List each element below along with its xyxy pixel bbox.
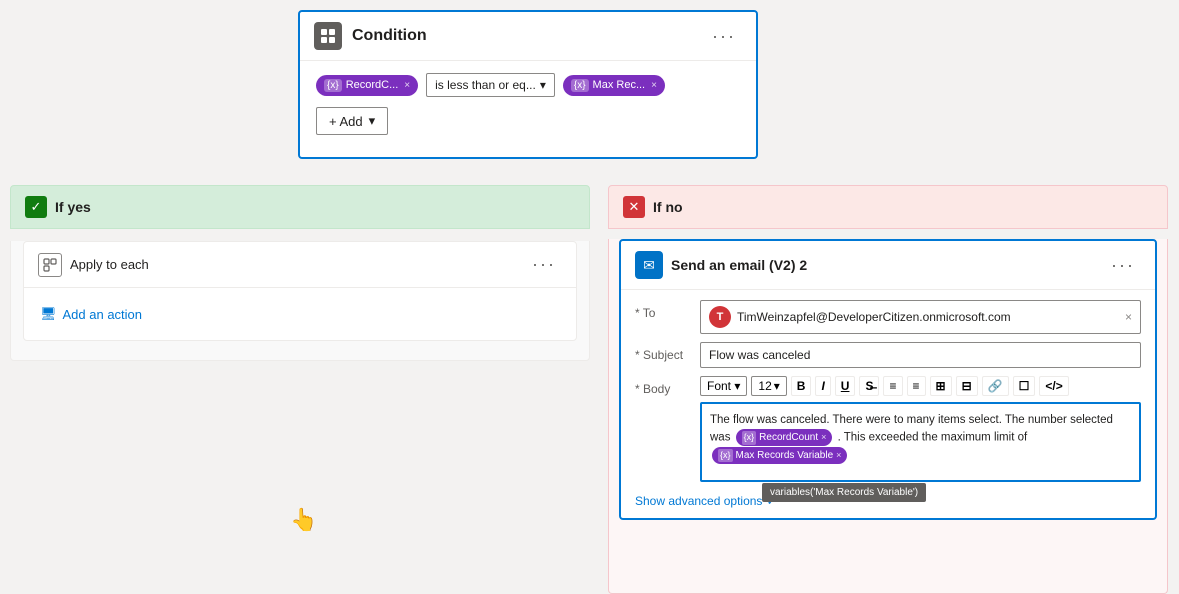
if-no-header: ✕ If no [608,185,1168,229]
add-label: + Add [329,114,363,129]
link-button[interactable]: 🔗 [982,376,1009,396]
font-select[interactable]: Font ▾ [700,376,747,396]
max-records-chip[interactable]: {x} Max Rec... × [563,75,665,96]
token-tooltip: variables('Max Records Variable') [762,483,926,502]
email-icon: ✉ [635,251,663,279]
outdent-button[interactable]: ⊟ [956,376,978,396]
canvas: Condition ··· {x} RecordC... × is less t… [0,0,1179,585]
inline-chip-label-2: Max Records Variable [736,448,834,463]
if-yes-block: ✓ If yes Apply to each [10,185,590,361]
operator-chevron: ▾ [540,78,546,92]
body-field-row: * Body Font ▾ 12 ▾ [635,376,1141,482]
number-list-button[interactable]: ≡ [907,376,926,396]
max-records-chip-label: Max Rec... [593,79,646,91]
if-no-label: If no [653,199,683,215]
image-button[interactable]: ☐ [1013,376,1036,396]
condition-row: {x} RecordC... × is less than or eq... ▾… [316,73,740,97]
to-field-row: * To T TimWeinzapfel@DeveloperCitizen.on… [635,300,1141,334]
subject-input[interactable] [700,342,1141,368]
record-count-inline-chip[interactable]: {x} RecordCount × [736,429,833,446]
apply-each-icon [38,253,62,277]
add-action-icon: 🖥 [40,306,57,322]
to-label: * To [635,300,690,320]
condition-card: Condition ··· {x} RecordC... × is less t… [298,10,758,159]
font-chevron: ▾ [734,379,740,393]
send-email-card: ✉ Send an email (V2) 2 ··· * To T TimWei… [619,239,1157,520]
email-more-button[interactable]: ··· [1105,253,1141,278]
code-button[interactable]: </> [1039,376,1068,396]
email-header: ✉ Send an email (V2) 2 ··· [621,241,1155,290]
apply-each-title: Apply to each [70,257,149,272]
indent-button[interactable]: ⊞ [930,376,952,396]
if-yes-header: ✓ If yes [10,185,590,229]
apply-each-inner: 🖥 Add an action [24,287,576,340]
apply-each-left: Apply to each [38,253,149,277]
if-no-block: ✕ If no ✉ Send an email (V2) 2 ··· * To [608,185,1168,594]
operator-label: is less than or eq... [435,78,536,92]
record-count-chip[interactable]: {x} RecordC... × [316,75,418,96]
to-email-text: TimWeinzapfel@DeveloperCitizen.onmicroso… [737,310,1119,324]
condition-title: Condition [352,27,427,45]
subject-label: * Subject [635,342,690,362]
if-no-icon: ✕ [623,196,645,218]
max-records-chip-close[interactable]: × [651,80,657,91]
italic-button[interactable]: I [815,376,830,396]
add-action-button[interactable]: 🖥 Add an action [24,298,158,330]
font-label: Font [707,379,731,393]
if-no-content: ✉ Send an email (V2) 2 ··· * To T TimWei… [608,239,1168,594]
operator-select[interactable]: is less than or eq... ▾ [426,73,555,97]
show-advanced-label: Show advanced options [635,494,762,508]
email-body: * To T TimWeinzapfel@DeveloperCitizen.on… [621,290,1155,518]
body-field-value: Font ▾ 12 ▾ B I U S̶ [700,376,1141,482]
body-text-middle: . This exceeded the maximum limit of [838,432,1028,444]
condition-more-button[interactable]: ··· [706,24,742,49]
inline-chip-close-2[interactable]: × [836,449,841,463]
size-chevron: ▾ [774,379,780,393]
apply-each-header: Apply to each ··· [24,242,576,287]
chip-icon-2: {x} [571,79,589,92]
to-field-box[interactable]: T TimWeinzapfel@DeveloperCitizen.onmicro… [700,300,1141,334]
add-chevron: ▾ [369,113,376,129]
to-close-button[interactable]: × [1125,310,1132,324]
condition-icon [314,22,342,50]
bullet-list-button[interactable]: ≡ [883,376,902,396]
body-text-area[interactable]: The flow was canceled. There were to man… [700,402,1141,482]
condition-svg-icon [319,27,337,45]
chip-icon-1: {x} [324,79,342,92]
subject-field-row: * Subject [635,342,1141,368]
add-action-label: Add an action [63,307,143,322]
add-row: + Add ▾ [316,107,740,135]
apply-each-svg [43,258,57,272]
email-header-left: ✉ Send an email (V2) 2 [635,251,807,279]
inline-chip-icon-1: {x} [742,431,757,445]
if-yes-label: If yes [55,199,91,215]
subject-field-value [700,342,1141,368]
body-label: * Body [635,376,690,396]
record-count-chip-label: RecordC... [346,79,399,91]
if-yes-content: Apply to each ··· 🖥 Add an action [10,241,590,361]
to-field-value: T TimWeinzapfel@DeveloperCitizen.onmicro… [700,300,1141,334]
size-label: 12 [758,379,771,393]
apply-each-card: Apply to each ··· 🖥 Add an action [23,241,577,341]
max-records-inline-chip[interactable]: {x} Max Records Variable × [712,447,847,464]
size-select[interactable]: 12 ▾ [751,376,786,396]
inline-chip-label-1: RecordCount [759,430,818,445]
condition-header-left: Condition [314,22,427,50]
record-count-chip-close[interactable]: × [404,80,410,91]
underline-button[interactable]: U [835,376,856,396]
apply-each-more-button[interactable]: ··· [526,252,562,277]
to-avatar: T [709,306,731,328]
inline-chip-icon-2: {x} [718,449,733,463]
condition-header: Condition ··· [300,12,756,60]
email-title: Send an email (V2) 2 [671,257,807,273]
condition-body: {x} RecordC... × is less than or eq... ▾… [300,60,756,157]
cursor-pointer: 👆 [290,507,317,533]
add-button[interactable]: + Add ▾ [316,107,388,135]
inline-chip-close-1[interactable]: × [821,431,826,445]
body-toolbar: Font ▾ 12 ▾ B I U S̶ [700,376,1141,396]
if-yes-icon: ✓ [25,196,47,218]
strikethrough-button[interactable]: S̶ [859,376,879,396]
bold-button[interactable]: B [791,376,812,396]
